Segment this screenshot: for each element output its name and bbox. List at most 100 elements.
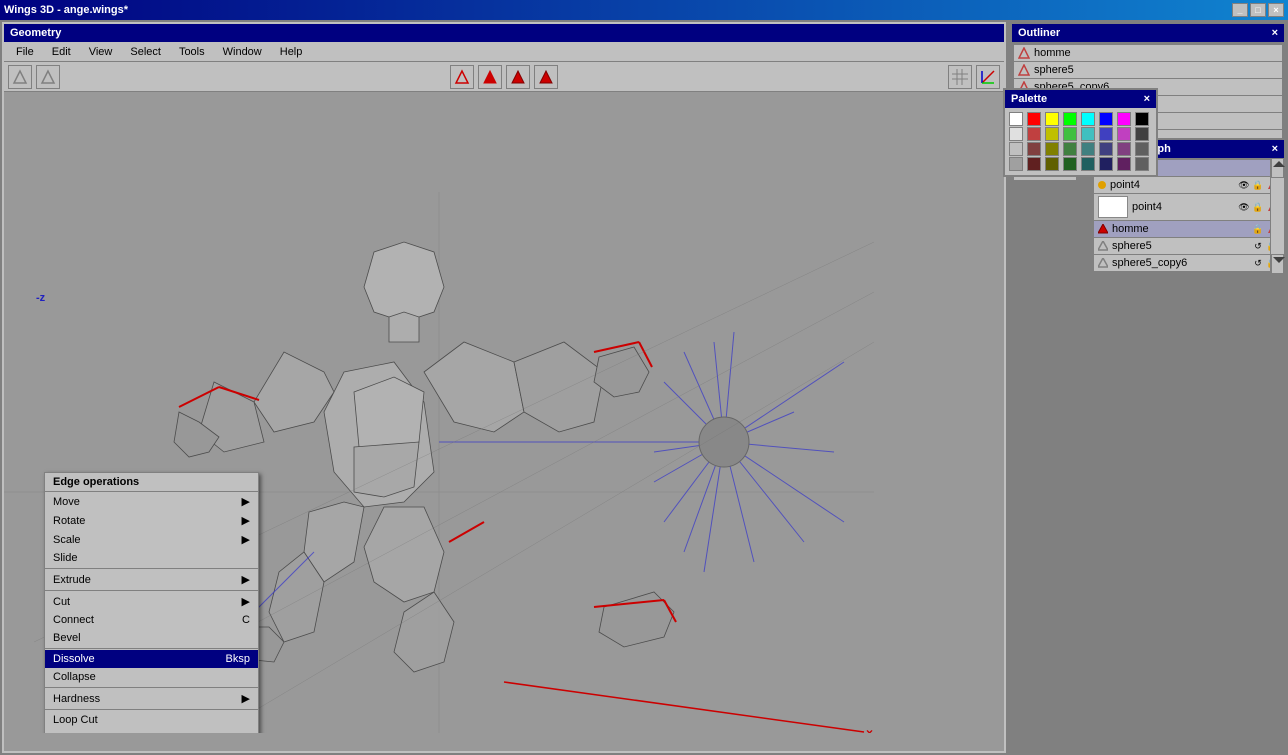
ctx-dissolve[interactable]: Dissolve Bksp: [45, 650, 258, 668]
lock-icon-point4b[interactable]: 🔒: [1252, 201, 1264, 213]
palette-color-magenta[interactable]: [1117, 112, 1131, 126]
palette-color-dkteal[interactable]: [1081, 142, 1095, 156]
palette-color-dkdkteal[interactable]: [1081, 157, 1095, 171]
ctx-move[interactable]: Move ▶: [45, 492, 258, 511]
toolbar-tri-white-right[interactable]: [36, 65, 60, 89]
geograph-item-sphere5copy6[interactable]: sphere5_copy6 ↺ 🔒: [1094, 255, 1282, 271]
geo-title-bar: Geometry: [4, 24, 1004, 42]
palette-color-darkpurple[interactable]: [1117, 157, 1131, 171]
outliner-icon-homme: [1018, 47, 1030, 59]
svg-text:×: ×: [866, 726, 873, 733]
minimize-button[interactable]: _: [1232, 3, 1248, 17]
toolbar-tri-red-half[interactable]: [478, 65, 502, 89]
palette-color-white[interactable]: [1009, 112, 1023, 126]
geo-toolbar: [4, 62, 1004, 92]
palette-color-dolive[interactable]: [1045, 127, 1059, 141]
ctx-bevel-label: Bevel: [53, 632, 81, 644]
geo-menu-bar: File Edit View Select Tools Window Help: [4, 42, 1004, 62]
geograph-item-point4a[interactable]: point4 👁 🔒: [1094, 177, 1282, 193]
viewport[interactable]: × -z Edge operations Move ▶ R: [4, 92, 1004, 733]
geograph-scrollbar[interactable]: [1270, 158, 1284, 274]
ctx-slide-label: Slide: [53, 552, 77, 564]
geograph-dot-point4a: [1098, 181, 1106, 189]
menu-file[interactable]: File: [8, 44, 42, 60]
geograph-item-homme[interactable]: homme 🔒: [1094, 221, 1282, 237]
ctx-slide[interactable]: Slide: [45, 549, 258, 567]
ctx-loopcut[interactable]: Loop Cut: [45, 711, 258, 729]
eye-icon-point4b[interactable]: 👁: [1238, 201, 1250, 213]
palette-color-darkbrown[interactable]: [1027, 157, 1041, 171]
palette-color-darkolive[interactable]: [1045, 142, 1059, 156]
palette-color-dred[interactable]: [1027, 127, 1041, 141]
palette-color-gray[interactable]: [1009, 157, 1023, 171]
menu-edit[interactable]: Edit: [44, 44, 79, 60]
toolbar-tri-white-left[interactable]: [8, 65, 32, 89]
eye-icon-point4a[interactable]: 👁: [1238, 179, 1250, 191]
menu-help[interactable]: Help: [272, 44, 311, 60]
geograph-item-sphere5[interactable]: sphere5 ↺ 🔒: [1094, 238, 1282, 254]
lock-icon-homme[interactable]: 🔒: [1252, 223, 1264, 235]
ctx-connect[interactable]: Connect C: [45, 611, 258, 629]
outliner-close[interactable]: ×: [1272, 27, 1278, 39]
ctx-sep-2: [45, 590, 258, 591]
palette-color-purple[interactable]: [1117, 142, 1131, 156]
title-bar: Wings 3D - ange.wings* _ □ ×: [0, 0, 1288, 20]
ctx-collapse[interactable]: Collapse: [45, 668, 258, 686]
geograph-item-point4b[interactable]: point4 👁 🔒: [1094, 194, 1282, 220]
outliner-title: Outliner: [1018, 27, 1060, 39]
ctx-extrude[interactable]: Extrude ▶: [45, 570, 258, 589]
ctx-vertexcolor[interactable]: Vertex Color: [45, 729, 258, 733]
outliner-item-homme[interactable]: homme: [1014, 45, 1282, 61]
ctx-cut[interactable]: Cut ▶: [45, 592, 258, 611]
toolbar-tri-red-solid1[interactable]: [506, 65, 530, 89]
outliner-label-homme: homme: [1034, 47, 1071, 59]
palette-color-dkdkgreen[interactable]: [1063, 157, 1077, 171]
lock-icon-point4a[interactable]: 🔒: [1252, 179, 1264, 191]
palette-color-darkyellow[interactable]: [1045, 157, 1059, 171]
palette-color-mpurple[interactable]: [1117, 127, 1131, 141]
close-button[interactable]: ×: [1268, 3, 1284, 17]
palette-color-mgreen[interactable]: [1063, 127, 1077, 141]
palette-color-mgray[interactable]: [1135, 142, 1149, 156]
outliner-item-sphere5[interactable]: sphere5: [1014, 62, 1282, 78]
palette-color-red[interactable]: [1027, 112, 1041, 126]
menu-view[interactable]: View: [81, 44, 121, 60]
toolbar-grid-btn[interactable]: [948, 65, 972, 89]
menu-window[interactable]: Window: [215, 44, 270, 60]
palette-color-green[interactable]: [1063, 112, 1077, 126]
toolbar-tri-red-outline[interactable]: [450, 65, 474, 89]
palette-color-mblue[interactable]: [1099, 127, 1113, 141]
palette-color-lgray[interactable]: [1009, 127, 1023, 141]
palette-color-yellow[interactable]: [1045, 112, 1059, 126]
ctx-hardness[interactable]: Hardness ▶: [45, 689, 258, 708]
refresh-icon-sphere5copy6[interactable]: ↺: [1252, 257, 1264, 269]
context-menu: Edge operations Move ▶ Rotate ▶ Scale ▶ …: [44, 472, 259, 733]
menu-tools[interactable]: Tools: [171, 44, 213, 60]
ctx-move-arrow: ▶: [242, 495, 250, 508]
palette-close[interactable]: ×: [1144, 93, 1150, 105]
toolbar-axis-btn[interactable]: [976, 65, 1000, 89]
ctx-scale[interactable]: Scale ▶: [45, 530, 258, 549]
toolbar-tri-red-solid2[interactable]: [534, 65, 558, 89]
palette-color-blue[interactable]: [1099, 112, 1113, 126]
palette-color-black[interactable]: [1135, 112, 1149, 126]
palette-color-navy[interactable]: [1099, 142, 1113, 156]
menu-select[interactable]: Select: [122, 44, 169, 60]
palette-color-cyan[interactable]: [1081, 112, 1095, 126]
ctx-bevel[interactable]: Bevel: [45, 629, 258, 647]
palette-color-dgray[interactable]: [1135, 127, 1149, 141]
palette-color-mteal[interactable]: [1081, 127, 1095, 141]
palette-color-brown[interactable]: [1027, 142, 1041, 156]
palette-color-dkgreen[interactable]: [1063, 142, 1077, 156]
geograph-close[interactable]: ×: [1272, 143, 1278, 155]
refresh-icon-sphere5[interactable]: ↺: [1252, 240, 1264, 252]
palette-color-darkgray[interactable]: [1135, 157, 1149, 171]
scroll-down-btn[interactable]: [1271, 254, 1284, 274]
title-bar-buttons[interactable]: _ □ ×: [1232, 3, 1284, 17]
outliner-title-bar: Outliner ×: [1012, 24, 1284, 42]
palette-color-darknavy[interactable]: [1099, 157, 1113, 171]
palette-color-silver[interactable]: [1009, 142, 1023, 156]
scroll-up-btn[interactable]: [1271, 158, 1284, 178]
ctx-rotate[interactable]: Rotate ▶: [45, 511, 258, 530]
maximize-button[interactable]: □: [1250, 3, 1266, 17]
